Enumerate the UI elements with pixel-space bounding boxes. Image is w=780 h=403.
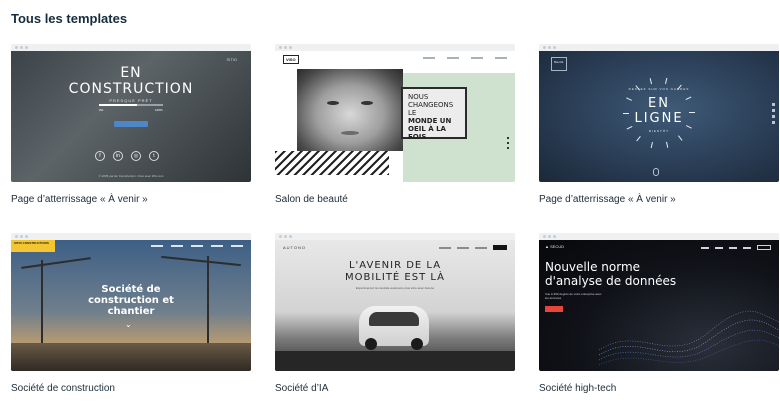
preview-subheading: Expérimentez la conduite autonome plus s… — [355, 286, 435, 290]
template-caption[interactable]: Société d’IA — [275, 383, 515, 394]
crane-jib — [21, 257, 91, 269]
template-preview[interactable]: Bientôt RESTEZ SUR VOS GARDES EN LIGNE B… — [539, 44, 779, 182]
preview-cta-button — [545, 306, 563, 312]
template-preview[interactable]: AUTONO L'AVENIR DE LA MOBILITÉ EST LÀ Ex… — [275, 233, 515, 371]
linkedin-icon: in — [113, 151, 123, 161]
sunburst-ray — [650, 77, 653, 84]
browser-chrome — [539, 233, 779, 240]
preview-subheading: PRESQUE PRÊT — [109, 98, 153, 103]
construction-site — [11, 343, 251, 371]
preview-logo: VISO — [283, 55, 299, 64]
template-card-high-tech[interactable]: ▲ SECUD Nouvelle norme d'analyse de donn… — [539, 233, 779, 394]
stripes-decoration — [275, 151, 389, 175]
instagram-icon: ◎ — [131, 151, 141, 161]
sunburst-ray — [636, 136, 642, 142]
template-caption[interactable]: Page d’atterrissage « À venir » — [539, 194, 779, 205]
progress-bar — [99, 104, 163, 106]
preview-arc-text: RESTEZ SUR VOS GARDES — [628, 87, 690, 91]
template-card-coming-soon-2[interactable]: Bientôt RESTEZ SUR VOS GARDES EN LIGNE B… — [539, 44, 779, 205]
template-preview[interactable]: SITIO CONSTRUCTIONS Société de construct… — [11, 233, 251, 371]
preview-screenshot: Bientôt RESTEZ SUR VOS GARDES EN LIGNE B… — [539, 51, 779, 182]
sunburst-ray — [677, 135, 683, 142]
preview-heading: Nouvelle norme d'analyse de données — [545, 260, 677, 288]
preview-logo: SITIO — [226, 57, 237, 62]
template-preview[interactable]: SITIO EN CONSTRUCTION PRESQUE PRÊT 0% 10… — [11, 44, 251, 182]
chevron-down-icon: ⌄ — [125, 320, 132, 329]
preview-screenshot: AUTONO L'AVENIR DE LA MOBILITÉ EST LÀ Ex… — [275, 240, 515, 371]
browser-chrome — [539, 44, 779, 51]
facebook-icon: f — [95, 151, 105, 161]
particle-wave-graphic — [599, 310, 779, 366]
browser-chrome — [11, 44, 251, 51]
preview-nav — [423, 57, 507, 59]
browser-chrome — [11, 233, 251, 240]
preview-nav — [701, 245, 771, 250]
template-card-beauty-salon[interactable]: VISO NOUS CHANGEONS LE MONDE UN OEIL À L… — [275, 44, 515, 205]
scroll-indicator-icon — [653, 168, 659, 176]
preview-footer: © 2035 par En Construction. Créé avec Wi… — [98, 174, 164, 178]
preview-heading: EN CONSTRUCTION — [68, 65, 194, 97]
preview-heading: Société de construction et chantier — [88, 284, 174, 317]
template-caption[interactable]: Page d’atterrissage « À venir » — [11, 194, 251, 205]
preview-nav — [439, 245, 507, 250]
autonomous-car-image — [359, 306, 429, 350]
template-card-construction[interactable]: SITIO CONSTRUCTIONS Société de construct… — [11, 233, 251, 394]
template-caption[interactable]: Salon de beauté — [275, 194, 515, 205]
preview-heading-light: NOUS CHANGEONS LE — [408, 93, 454, 117]
template-preview[interactable]: VISO NOUS CHANGEONS LE MONDE UN OEIL À L… — [275, 44, 515, 182]
crane-jib — [161, 255, 241, 267]
sunburst-ray — [650, 142, 654, 149]
preview-logo: ▲ SECUD — [545, 244, 565, 249]
preview-logo: SITIO CONSTRUCTIONS — [11, 240, 55, 252]
preview-screenshot: SITIO CONSTRUCTIONS Société de construct… — [11, 240, 251, 371]
preview-subheading: Vue à 360 degrés de votre entreprise ave… — [545, 292, 602, 300]
preview-subheading: BIENTÔT — [648, 129, 669, 133]
preview-heading: L'AVENIR DE LA MOBILITÉ EST LÀ — [344, 260, 446, 283]
portrait-image — [297, 69, 403, 151]
template-preview[interactable]: ▲ SECUD Nouvelle norme d'analyse de donn… — [539, 233, 779, 371]
road — [275, 351, 515, 371]
preview-cta-button — [114, 121, 148, 127]
social-icons — [507, 137, 509, 149]
browser-chrome — [275, 44, 515, 51]
sunburst-ray — [664, 77, 668, 84]
preview-screenshot: VISO NOUS CHANGEONS LE MONDE UN OEIL À L… — [275, 51, 515, 182]
preview-logo: Bientôt — [551, 57, 567, 71]
template-caption[interactable]: Société de construction — [11, 383, 251, 394]
preview-heading-bold: MONDE UN OEIL À LA FOIS — [408, 117, 452, 141]
template-card-ai-company[interactable]: AUTONO L'AVENIR DE LA MOBILITÉ EST LÀ Ex… — [275, 233, 515, 394]
preview-heading: EN LIGNE — [634, 96, 684, 126]
template-card-coming-soon-1[interactable]: SITIO EN CONSTRUCTION PRESQUE PRÊT 0% 10… — [11, 44, 251, 205]
preview-screenshot: ▲ SECUD Nouvelle norme d'analyse de donn… — [539, 240, 779, 371]
twitter-icon: t — [149, 151, 159, 161]
headline-box: NOUS CHANGEONS LE MONDE UN OEIL À LA FOI… — [401, 87, 467, 141]
sunburst-ray — [665, 142, 668, 149]
preview-nav — [151, 245, 243, 247]
browser-chrome — [275, 233, 515, 240]
social-icons: f in ◎ t — [95, 151, 159, 161]
preview-logo: AUTONO — [283, 245, 307, 250]
preview-screenshot: SITIO EN CONSTRUCTION PRESQUE PRÊT 0% 10… — [11, 51, 251, 182]
template-caption[interactable]: Société high-tech — [539, 383, 779, 394]
progress-end-label: 100% — [155, 108, 163, 112]
social-icons — [772, 103, 775, 124]
progress-start-label: 0% — [99, 108, 104, 112]
page-title: Tous les templates — [11, 11, 128, 26]
